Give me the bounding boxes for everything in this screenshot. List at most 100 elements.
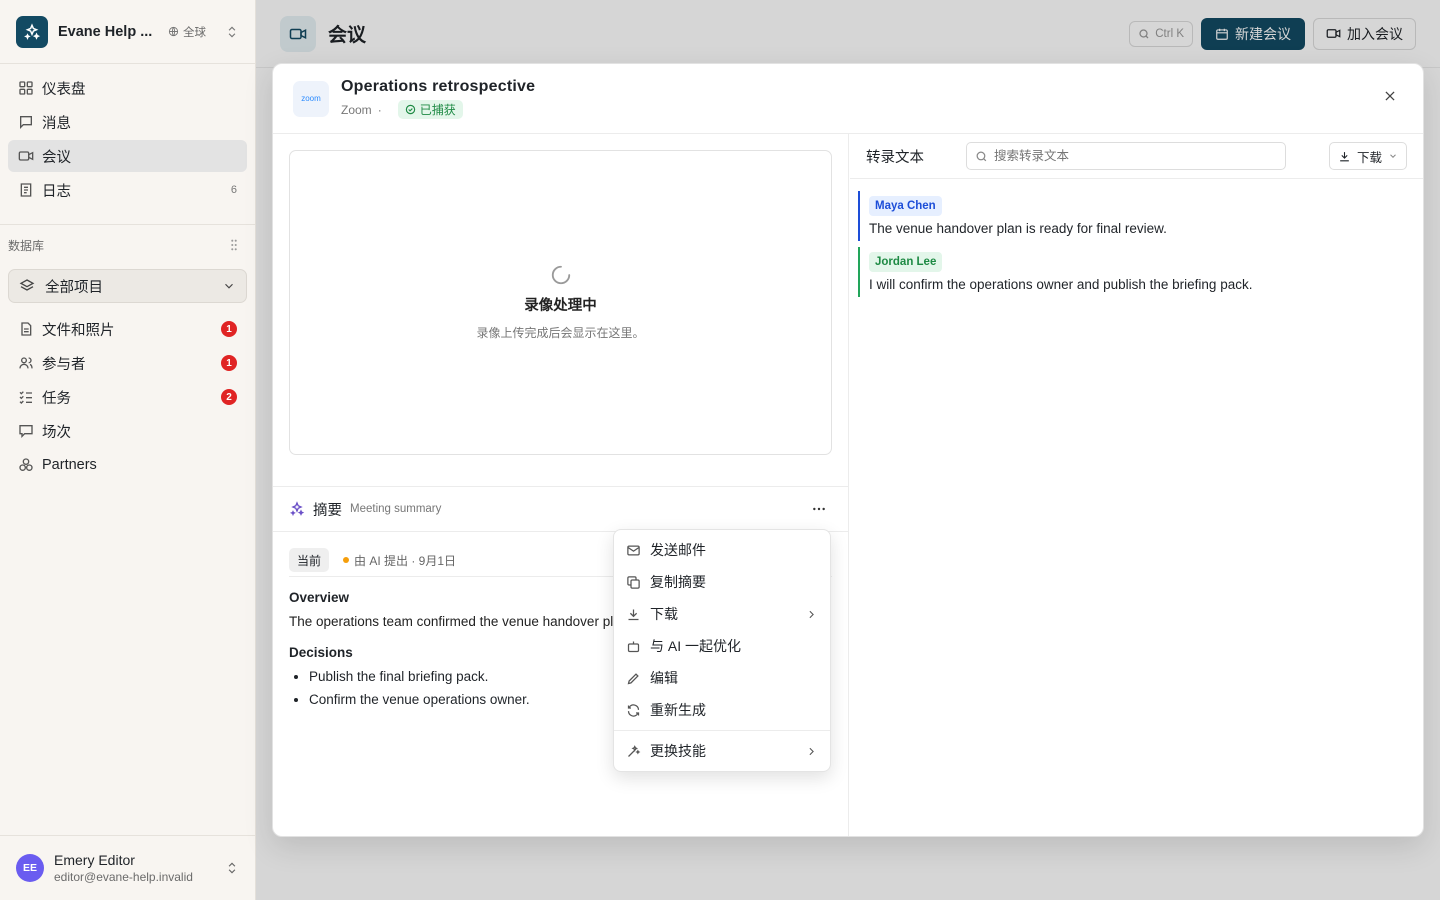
dialog-title-wrap: Operations retrospective Zoom · 已捕获 <box>341 78 535 119</box>
status-badge: 已捕获 <box>397 100 463 119</box>
sparkles-icon <box>289 501 305 517</box>
menu-item-label: 更换技能 <box>650 743 706 759</box>
chevron-right-icon <box>805 608 818 621</box>
globe-icon <box>168 26 179 37</box>
log-icon <box>18 182 34 198</box>
nav-count: 6 <box>230 184 237 196</box>
menu-item-send-email[interactable]: 发送邮件 <box>618 534 826 566</box>
transcript-entry[interactable]: Jordan Lee I will confirm the operations… <box>858 247 1415 297</box>
layers-icon <box>19 278 35 294</box>
dialog-title: Operations retrospective <box>341 78 536 95</box>
transcript-search-input[interactable] <box>994 149 1264 163</box>
file-icon <box>18 321 34 337</box>
utterance-text: The venue handover plan is ready for fin… <box>869 221 1167 236</box>
video-icon <box>18 148 34 164</box>
menu-item-label: 与 AI 一起优化 <box>650 638 742 654</box>
recording-title: 录像处理中 <box>524 298 597 314</box>
speaker-tag: Jordan Lee <box>869 252 943 272</box>
grip-icon[interactable] <box>229 239 239 251</box>
sidebar: Evane Help ... 全球 仪表盘 消息 会议 日志 6 数据库 全部项… <box>0 0 256 900</box>
copy-icon <box>626 575 642 590</box>
nav-label: Partners <box>42 457 97 473</box>
message-icon <box>18 114 34 130</box>
nav-item-participants[interactable]: 参与者 1 <box>8 347 247 379</box>
database-heading: 数据库 <box>8 238 45 253</box>
summary-sublabel: Meeting summary <box>350 503 442 515</box>
nav-label: 场次 <box>42 424 71 441</box>
workspace-switcher[interactable]: Evane Help ... 全球 <box>0 0 255 64</box>
chevrons-up-down-icon[interactable] <box>225 25 239 39</box>
chevrons-up-down-icon <box>225 861 239 875</box>
chevron-right-icon <box>805 745 818 758</box>
user-email: editor@evane-help.invalid <box>54 870 193 884</box>
user-info: Emery Editor editor@evane-help.invalid <box>54 852 193 884</box>
recording-placeholder: 录像处理中 录像上传完成后会显示在这里。 <box>289 150 832 455</box>
transcript-entries: Maya Chen The venue handover plan is rea… <box>850 179 1423 315</box>
chevron-down-icon <box>222 279 236 293</box>
user-name: Emery Editor <box>54 852 135 868</box>
summary-toolbar: 摘要 Meeting summary <box>273 486 849 532</box>
users-icon <box>18 355 34 371</box>
nav-item-dashboard[interactable]: 仪表盘 <box>8 72 247 104</box>
transcript-title: 转录文本 <box>866 149 924 166</box>
count-badge: 2 <box>221 389 237 405</box>
menu-item-copy-summary[interactable]: 复制摘要 <box>618 566 826 598</box>
menu-item-label: 编辑 <box>650 670 678 686</box>
wand-icon <box>626 744 642 759</box>
meeting-dialog: zoom Operations retrospective Zoom · 已捕获… <box>272 63 1424 837</box>
version-meta-label: 由 AI 提出 · 9月1日 <box>354 553 457 568</box>
meta-separator: · <box>377 102 382 117</box>
dashboard-icon <box>18 80 34 96</box>
nav-label: 仪表盘 <box>42 81 86 98</box>
transcript-search[interactable] <box>966 142 1286 170</box>
version-meta: 由 AI 提出 · 9月1日 <box>343 552 456 569</box>
nav-label: 文件和照片 <box>42 322 115 339</box>
avatar: EE <box>16 854 44 882</box>
menu-item-label: 重新生成 <box>650 702 706 718</box>
nav-item-logs[interactable]: 日志 6 <box>8 174 247 206</box>
chevron-down-icon <box>1388 151 1398 161</box>
nav-item-tasks[interactable]: 任务 2 <box>8 381 247 413</box>
menu-item-change-skill[interactable]: 更换技能 <box>618 735 826 767</box>
count-badge: 1 <box>221 321 237 337</box>
menu-item-edit[interactable]: 编辑 <box>618 662 826 694</box>
bot-icon <box>626 639 642 654</box>
count-badge: 1 <box>221 355 237 371</box>
dialog-meta: Zoom · 已捕获 <box>341 100 535 119</box>
menu-item-refine-with-ai[interactable]: 与 AI 一起优化 <box>618 630 826 662</box>
nav-item-meetings[interactable]: 会议 <box>8 140 247 172</box>
workspace-name: Evane Help ... <box>58 23 153 40</box>
version-tag[interactable]: 当前 <box>289 548 330 572</box>
summary-label: 摘要 <box>313 502 342 519</box>
nav-item-files[interactable]: 文件和照片 1 <box>8 313 247 345</box>
menu-item-regenerate[interactable]: 重新生成 <box>618 694 826 726</box>
transcript-entry[interactable]: Maya Chen The venue handover plan is rea… <box>858 191 1415 241</box>
checklist-icon <box>18 389 34 405</box>
close-icon[interactable] <box>1383 89 1397 103</box>
platform-label: Zoom <box>341 102 372 117</box>
summary-actions-menu: 发送邮件 复制摘要 下载 与 AI 一起优化 编辑 重新生成 更换技能 <box>613 529 831 772</box>
status-label: 已捕获 <box>419 103 456 117</box>
more-horizontal-icon[interactable] <box>805 501 833 517</box>
menu-item-download[interactable]: 下载 <box>618 598 826 630</box>
menu-item-label: 发送邮件 <box>650 542 706 558</box>
user-menu[interactable]: EE Emery Editor editor@evane-help.invali… <box>0 835 255 900</box>
transcript-download-button[interactable]: 下载 <box>1328 142 1407 170</box>
download-icon <box>626 607 642 622</box>
status-dot <box>343 557 350 563</box>
transcript-pane: 转录文本 下载 Maya Chen The venue handover pla… <box>850 134 1423 836</box>
nav-label: 消息 <box>42 115 71 132</box>
nav-item-partners[interactable]: Partners <box>8 449 247 481</box>
menu-item-label: 复制摘要 <box>650 574 706 590</box>
menu-item-label: 下载 <box>650 606 678 622</box>
project-select[interactable]: 全部项目 <box>8 269 247 303</box>
workspace-scope: 全球 <box>168 24 206 40</box>
menu-separator <box>614 730 830 731</box>
partners-icon <box>18 457 34 473</box>
pencil-icon <box>626 671 642 686</box>
nav-item-messages[interactable]: 消息 <box>8 106 247 138</box>
zoom-logo: zoom <box>293 80 329 117</box>
nav-item-sessions[interactable]: 场次 <box>8 415 247 447</box>
database-nav: 文件和照片 1 参与者 1 任务 2 场次 Partners <box>0 313 255 491</box>
check-circle-icon <box>405 104 416 115</box>
